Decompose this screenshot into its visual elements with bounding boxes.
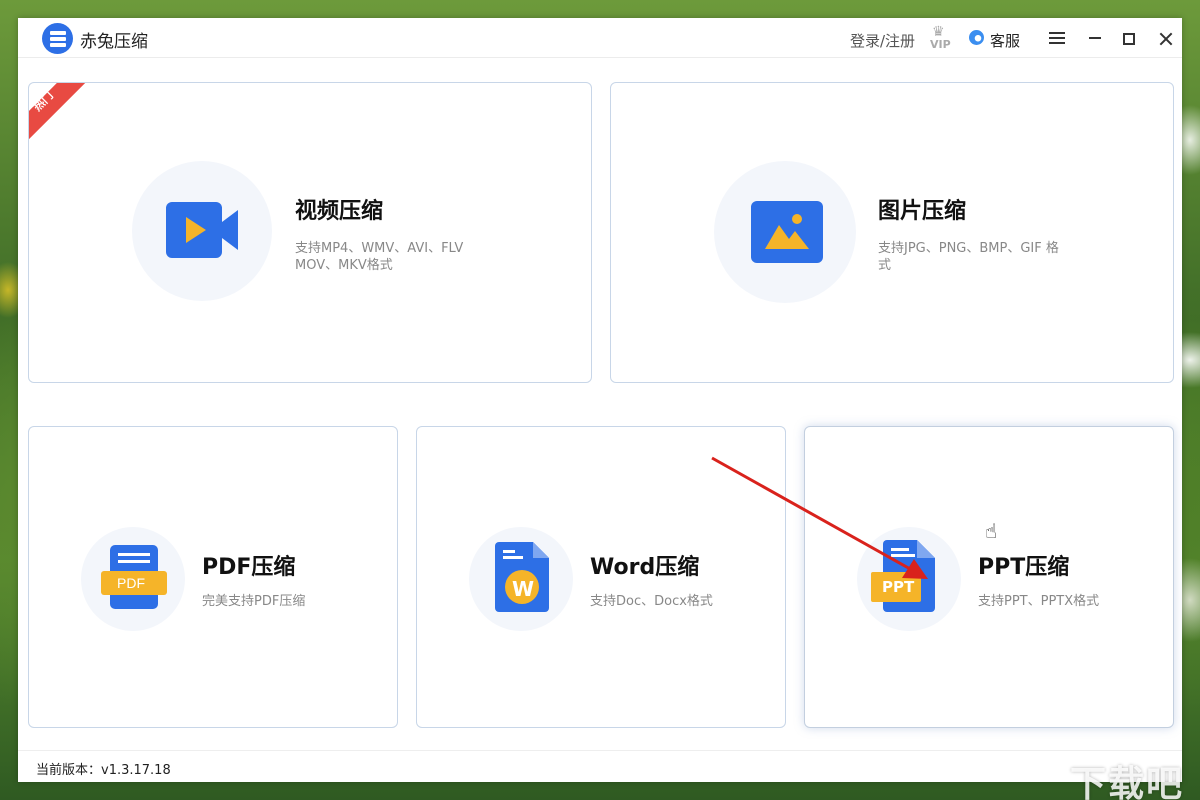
login-register-link[interactable]: 登录/注册	[850, 30, 915, 51]
image-card-title: 图片压缩	[878, 199, 967, 224]
word-compress-card[interactable]: W Word压缩 支持Doc、Docx格式	[416, 426, 786, 728]
pdf-card-title: PDF压缩	[202, 555, 296, 580]
app-logo-icon	[42, 23, 73, 54]
video-card-desc-line2: MOV、MKV格式	[295, 258, 393, 273]
ppt-card-desc: 支持PPT、PPTX格式	[978, 594, 1100, 609]
vip-label: VIP	[930, 38, 951, 51]
minimize-icon[interactable]	[1087, 31, 1103, 45]
watermark-label: 下载吧	[1070, 764, 1185, 800]
word-icon-label: W	[512, 577, 535, 601]
vip-icon[interactable]: ♛ VIP	[930, 25, 956, 51]
word-card-desc: 支持Doc、Docx格式	[590, 594, 713, 609]
pdf-compress-card[interactable]: PDF PDF压缩 完美支持PDF压缩	[28, 426, 398, 728]
image-picture-icon	[751, 201, 823, 263]
ppt-icon-label: PPT	[882, 578, 915, 596]
image-card-desc-line1: 支持JPG、PNG、BMP、GIF 格	[878, 241, 1059, 256]
maximize-icon[interactable]	[1123, 33, 1135, 45]
customer-service-link[interactable]: 客服	[990, 30, 1020, 51]
video-camera-icon	[166, 202, 238, 258]
image-card-desc-line2: 式	[878, 258, 892, 273]
menu-icon[interactable]	[1049, 31, 1065, 45]
version-label: 当前版本：v1.3.17.18	[36, 763, 171, 778]
image-compress-card[interactable]: 图片压缩 支持JPG、PNG、BMP、GIF 格 式	[610, 82, 1174, 383]
title-bar: 赤兔压缩 登录/注册 ♛ VIP 客服	[18, 18, 1182, 58]
hand-cursor-icon: ☝	[985, 519, 998, 543]
crown-icon: ♛	[932, 24, 945, 40]
status-bar: 当前版本：v1.3.17.18	[18, 750, 1182, 782]
app-window: 赤兔压缩 登录/注册 ♛ VIP 客服 热门 视频压缩 支持MP4、WMV、AV…	[18, 18, 1182, 782]
close-icon[interactable]	[1158, 31, 1174, 47]
pdf-icon-label: PDF	[117, 575, 145, 591]
word-card-title: Word压缩	[590, 555, 700, 580]
ppt-card-title: PPT压缩	[978, 555, 1070, 580]
video-card-desc-line1: 支持MP4、WMV、AVI、FLV	[295, 241, 464, 256]
video-compress-card[interactable]: 热门 视频压缩 支持MP4、WMV、AVI、FLV MOV、MKV格式	[28, 82, 592, 383]
pdf-card-desc: 完美支持PDF压缩	[202, 594, 306, 609]
app-title: 赤兔压缩	[80, 32, 148, 52]
ppt-compress-card[interactable]: PPT PPT压缩 支持PPT、PPTX格式	[804, 426, 1174, 728]
customer-service-icon[interactable]	[969, 30, 984, 45]
video-card-title: 视频压缩	[295, 199, 384, 224]
hot-badge	[29, 83, 94, 146]
